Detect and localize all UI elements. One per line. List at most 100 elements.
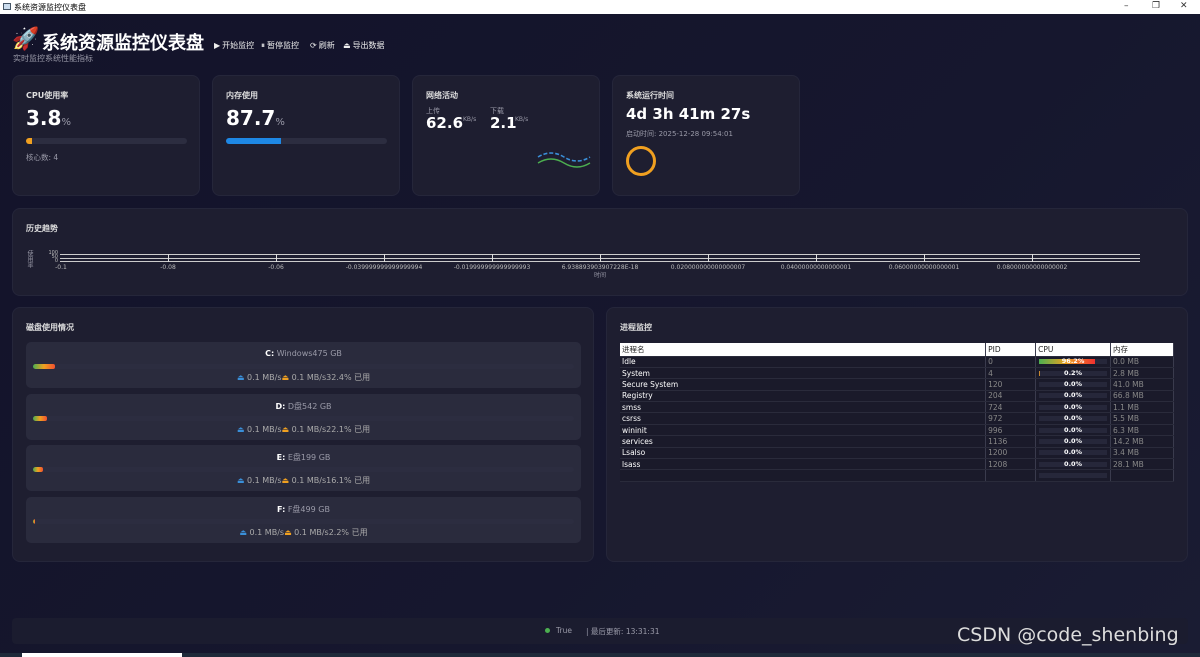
last-updated: | 最后更新: 13:31:31 [586, 627, 660, 636]
cpu-bar: 96.2% [1039, 357, 1108, 365]
disk-usage-bar [33, 467, 574, 472]
table-row[interactable]: csrss 972 0.0% 5.5 MB [620, 412, 1174, 425]
minimize-button[interactable]: – [1124, 1, 1129, 11]
table-row[interactable]: Secure System 120 0.0% 41.0 MB [620, 378, 1174, 391]
process-pid: 1208 [985, 458, 1037, 471]
process-cpu: 0.0% [1064, 414, 1083, 423]
process-mem: 2.8 MB [1110, 367, 1174, 380]
cpu-unit: % [61, 117, 71, 128]
app-icon [3, 3, 11, 10]
memory-label: 内存使用 [226, 91, 258, 100]
table-row[interactable]: wininit 996 0.0% 6.3 MB [620, 424, 1174, 437]
x-tick [816, 254, 817, 262]
process-cpu: 0.0% [1064, 459, 1083, 468]
process-cpu: 0.0% [1064, 448, 1083, 457]
cpu-cores: 核心数: 4 [26, 153, 59, 162]
x-tick-label: -0.019999999999999993 [453, 264, 531, 271]
refresh-icon: ⟳ [310, 41, 317, 50]
process-mem: 41.0 MB [1110, 378, 1174, 391]
header-button-3[interactable]: ⏏ 导出数据 [343, 40, 385, 51]
upload-value: 62.6 [426, 114, 464, 132]
process-name: csrss [620, 412, 987, 425]
cpu-bar: 0.2% [1039, 369, 1108, 377]
process-cpu: 0.0% [1064, 391, 1083, 400]
process-name: System [620, 367, 987, 380]
x-tick [276, 254, 277, 262]
button-label: 导出数据 [352, 41, 385, 50]
table-row[interactable]: Lsalso 1200 0.0% 3.4 MB [620, 447, 1174, 460]
download-unit: KB/s [515, 116, 529, 123]
close-button[interactable]: ✕ [1180, 1, 1188, 11]
process-mem: 0.0 MB [1110, 356, 1174, 368]
x-tick-label: -0.08 [160, 264, 176, 271]
cpu-bar: 0.0% [1039, 437, 1108, 445]
memory-unit: % [275, 117, 285, 128]
x-tick-label: 0.06000000000000001 [888, 264, 960, 271]
header-button-1[interactable]: ⏸ 暂停监控 [261, 40, 299, 51]
history-panel [12, 208, 1188, 296]
play-icon: ▶ [214, 41, 221, 50]
disk-usage-bar [33, 518, 574, 524]
process-mem: 3.4 MB [1110, 447, 1174, 460]
process-title: 进程监控 [620, 323, 652, 332]
disk-drive: C: [265, 349, 275, 358]
disk-used: 22.1% 已用 [326, 424, 371, 434]
x-tick-label: -0.1 [55, 264, 67, 271]
process-name: Registry [620, 390, 987, 403]
y-tick-label: 0 [54, 258, 58, 264]
cpu-progress [26, 138, 187, 144]
cpu-bar: 0.0% [1039, 414, 1108, 423]
uptime-value: 4d 3h 41m 27s [626, 105, 751, 123]
cpu-card: CPU使用率 3.8% 核心数: 4 [12, 75, 200, 196]
x-tick-label: 0.020000000000000007 [670, 264, 746, 271]
cpu-value: 3.8 [26, 106, 62, 130]
header-button-0[interactable]: ▶ 开始监控 [214, 40, 254, 51]
chart-ylabel: 使用率 [26, 250, 33, 268]
export-icon: ⏏ [343, 41, 351, 50]
disk-drive: D: [275, 401, 286, 411]
process-pid: 1136 [985, 435, 1037, 448]
process-name: services [620, 435, 987, 448]
write-icon: ⏏ [281, 424, 292, 434]
process-mem: 66.8 MB [1110, 390, 1174, 403]
table-row[interactable]: Idle 0 96.2% 0.0 MB [620, 356, 1174, 368]
disk-used: 32.4% 已用 [326, 373, 371, 382]
table-row[interactable]: Registry 204 0.0% 66.8 MB [620, 390, 1174, 403]
table-row[interactable]: smss 724 0.0% 1.1 MB [620, 401, 1174, 414]
table-row[interactable]: services 1136 0.0% 14.2 MB [620, 435, 1174, 448]
write-icon: ⏏ [281, 373, 292, 382]
column-header[interactable]: PID [985, 343, 1037, 357]
column-header[interactable]: 进程名 [620, 343, 987, 357]
table-row[interactable]: lsass 1208 0.0% 28.1 MB [620, 458, 1174, 471]
download-value: 2.1 [490, 114, 517, 132]
maximize-button[interactable]: ❐ [1152, 1, 1160, 11]
cpu-bar: 0.0% [1039, 380, 1108, 388]
process-pid: 972 [985, 412, 1037, 425]
process-mem: 14.2 MB [1110, 435, 1174, 448]
status-dot-icon [545, 628, 550, 633]
x-tick-label: -0.039999999999999994 [345, 264, 423, 271]
bottom-strip [0, 653, 1200, 657]
cpu-bar: 0.0% [1039, 402, 1108, 411]
cpu-bar: 0.0% [1039, 391, 1108, 400]
upload-unit: KB/s [463, 116, 477, 123]
disk-write: 0.1 MB/s [294, 527, 329, 537]
table-row[interactable]: System 4 0.2% 2.8 MB [620, 367, 1174, 380]
process-mem: 28.1 MB [1110, 458, 1174, 471]
process-cpu: 0.0% [1064, 402, 1083, 411]
header-button-2[interactable]: ⟳ 刷新 [310, 40, 335, 51]
disk-usage-bar [33, 364, 574, 369]
disk-write: 0.1 MB/s [291, 424, 327, 434]
read-icon: ⏏ [236, 373, 247, 382]
memory-card: 内存使用 87.7% [212, 75, 400, 196]
clock-icon [626, 146, 656, 176]
memory-value: 87.7 [226, 106, 276, 130]
history-title: 历史趋势 [26, 224, 58, 233]
column-header[interactable]: 内存 [1110, 343, 1174, 357]
boot-time: 启动时间: 2025-12-28 09:54:01 [626, 130, 733, 138]
disk-write: 0.1 MB/s [291, 476, 327, 485]
column-header[interactable]: CPU [1035, 343, 1112, 357]
chart-xlabel: 时间 [594, 272, 607, 279]
page-title: 系统资源监控仪表盘 [42, 33, 204, 54]
disk-used: 16.1% 已用 [326, 476, 371, 485]
